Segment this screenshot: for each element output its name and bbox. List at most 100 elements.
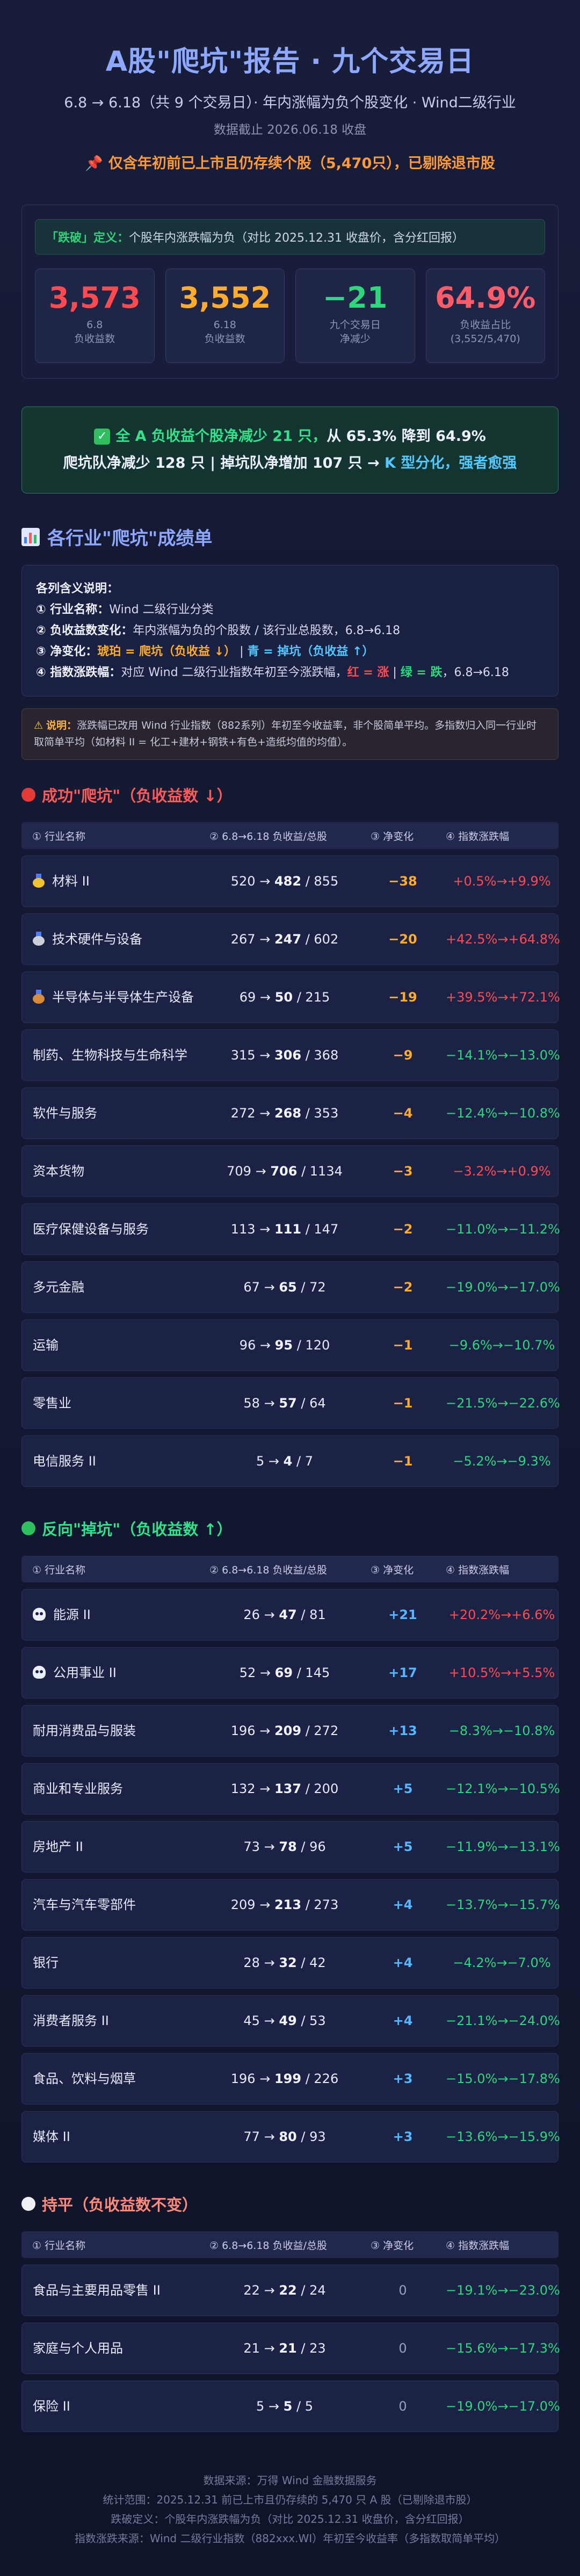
stat-card-neg-ratio: 64.9% 负收益占比 (3,552/5,470) <box>425 269 545 363</box>
count-cell: 52 → 69 / 145 <box>199 1647 360 1699</box>
industry-name: 资本货物 <box>33 1164 84 1179</box>
index-change-cell: +10.5%→+5.5% <box>435 1647 559 1699</box>
count-cell: 22 → 22 / 24 <box>199 2265 360 2316</box>
arrow-icon: → <box>255 2071 274 2086</box>
net-change-cell: +3 <box>360 2111 435 2163</box>
count-sep: / <box>296 2283 310 2298</box>
group-title: 成功"爬坑"（负收益数 ↓） <box>42 787 233 805</box>
count-sep: / <box>301 932 314 947</box>
count-total: 7 <box>305 1454 313 1469</box>
count-sep: / <box>301 2071 314 2086</box>
legend-text: 对应 Wind 二级行业指数年初至今涨跌幅， <box>121 666 347 679</box>
col-header-count: ② 6.8→6.18 负收益/总股 <box>199 1556 360 1583</box>
arrow-icon: → <box>259 1396 279 1411</box>
index-change-cell: −19.0%→−17.0% <box>435 2381 560 2432</box>
table-row: 商业和专业服务 132 → 137 / 200 +5 −12.1%→−10.5% <box>21 1763 560 1815</box>
count-sep: / <box>301 1781 314 1796</box>
col-header-index: ④ 指数涨跌幅 <box>435 822 559 849</box>
count-sep: / <box>296 2013 310 2028</box>
table-row: 银行 28 → 32 / 42 +4 −4.2%→−7.0% <box>21 1937 559 1989</box>
count-total: 368 <box>314 1048 339 1063</box>
count-to: 213 <box>274 1897 302 1912</box>
legend-item: ③ 净变化：琥珀 = 爬坑（负收益 ↓） | 青 = 掉坑（负收益 ↑） <box>36 641 544 662</box>
table-row: 运输 96 → 95 / 120 −1 −9.6%→−10.7% <box>21 1319 559 1371</box>
data-cutoff: 数据截止 2026.06.18 收盘 <box>213 123 367 137</box>
count-cell: 709 → 706 / 1134 <box>199 1145 360 1197</box>
industry-name: 银行 <box>33 1955 59 1970</box>
industry-name: 零售业 <box>33 1396 71 1411</box>
industry-cell: 媒体 II <box>21 2111 199 2163</box>
silver-medal-icon <box>33 932 45 946</box>
industry-cell: 耐用消费品与服装 <box>21 1705 199 1757</box>
column-legend: 各列含义说明： ① 行业名称：Wind 二级行业分类 ② 负收益数变化：年内涨幅… <box>21 565 559 696</box>
count-sep: / <box>293 1665 306 1680</box>
scope-notice-text: 仅含年初前已上市且仍存续个股（5,470只），已剔除退市股 <box>108 155 495 172</box>
arrow-icon: → <box>264 1454 284 1469</box>
industry-name: 保险 II <box>33 2399 70 2414</box>
legend-heading: 各列含义说明： <box>36 582 119 596</box>
count-from: 267 <box>230 932 256 947</box>
count-cell: 67 → 65 / 72 <box>199 1261 360 1313</box>
net-change-cell: +17 <box>360 1647 435 1699</box>
count-cell: 315 → 306 / 368 <box>199 1029 360 1081</box>
count-to: 57 <box>279 1396 297 1411</box>
count-to: 69 <box>274 1665 293 1680</box>
count-from: 209 <box>230 1897 256 1912</box>
count-from: 21 <box>243 2341 260 2356</box>
stat-value: −21 <box>323 281 388 315</box>
index-change-cell: −11.0%→−11.2% <box>435 1203 560 1255</box>
stat-value: 64.9% <box>435 281 536 315</box>
count-total: 64 <box>309 1396 326 1411</box>
page-subtitle: 6.8 → 6.18（共 9 个交易日）· 年内涨幅为负个股变化 · Wind二… <box>64 95 516 111</box>
stat-card-neg-end: 3,552 6.18 负收益数 <box>165 269 285 363</box>
count-cell: 73 → 78 / 96 <box>199 1821 360 1873</box>
count-sep: / <box>301 874 314 889</box>
industry-name: 家庭与个人用品 <box>33 2341 123 2356</box>
index-change-cell: −21.5%→−22.6% <box>435 1377 560 1429</box>
table-row: 电信服务 II 5 → 4 / 7 −1 −5.2%→−9.3% <box>21 1435 559 1487</box>
red-circle-icon <box>21 788 35 802</box>
stat-card-neg-start: 3,573 6.8 负收益数 <box>35 269 155 363</box>
industry-cell: 家庭与个人用品 <box>21 2323 199 2374</box>
industry-cell: 商业和专业服务 <box>21 1763 199 1815</box>
count-cell: 26 → 47 / 81 <box>199 1589 360 1641</box>
table-row: 多元金融 67 → 65 / 72 −2 −19.0%→−17.0% <box>21 1261 560 1313</box>
legend-sep: | <box>389 666 401 679</box>
net-change-cell: −4 <box>360 1087 435 1139</box>
table-row: 食品、饮料与烟草 196 → 199 / 226 +3 −15.0%→−17.8% <box>21 2053 560 2105</box>
col-header-industry: ① 行业名称 <box>21 1556 199 1583</box>
count-total: 200 <box>314 1781 339 1796</box>
skull-icon <box>33 1666 46 1679</box>
industry-name: 材料 II <box>52 874 90 889</box>
count-cell: 45 → 49 / 53 <box>199 1995 360 2047</box>
stat-caption: 6.18 负收益数 <box>204 319 245 345</box>
net-change-cell: +13 <box>360 1705 435 1757</box>
table-row: 食品与主要用品零售 II 22 → 22 / 24 0 −19.1%→−23.0% <box>21 2265 560 2316</box>
count-sep: / <box>301 1222 314 1237</box>
net-change-cell: +4 <box>360 1879 435 1931</box>
col-header-change: ③ 净变化 <box>360 822 435 849</box>
count-from: 113 <box>230 1222 256 1237</box>
industry-cell: 资本货物 <box>21 1145 199 1197</box>
summary-box: ✓ 全 A 负收益个股净减少 21 只，从 65.3% 降到 64.9% 爬坑队净… <box>21 407 559 494</box>
count-cell: 69 → 50 / 215 <box>199 971 360 1023</box>
arrow-icon: → <box>259 2013 279 2028</box>
index-change-cell: −5.2%→−9.3% <box>435 1435 559 1487</box>
industry-name: 房地产 II <box>33 1839 83 1854</box>
count-to: 268 <box>274 1106 302 1121</box>
industry-name: 运输 <box>33 1338 59 1353</box>
arrow-icon: → <box>255 1723 274 1738</box>
section-heading: 各行业"爬坑"成绩单 <box>21 524 559 550</box>
count-from: 709 <box>227 1164 251 1179</box>
count-total: 1134 <box>309 1164 343 1179</box>
note-label: 说明： <box>46 720 77 731</box>
col-header-index: ④ 指数涨跌幅 <box>435 1556 559 1583</box>
col-header-count: ② 6.8→6.18 负收益/总股 <box>199 2231 360 2258</box>
net-change-cell: −1 <box>360 1435 435 1487</box>
index-change-cell: −21.1%→−24.0% <box>435 1995 560 2047</box>
count-cell: 520 → 482 / 855 <box>199 855 360 907</box>
count-sep: / <box>293 1338 306 1353</box>
stat-caption: 九个交易日 净减少 <box>329 319 381 345</box>
industry-name: 耐用消费品与服装 <box>33 1723 136 1738</box>
count-cell: 5 → 5 / 5 <box>199 2381 360 2432</box>
